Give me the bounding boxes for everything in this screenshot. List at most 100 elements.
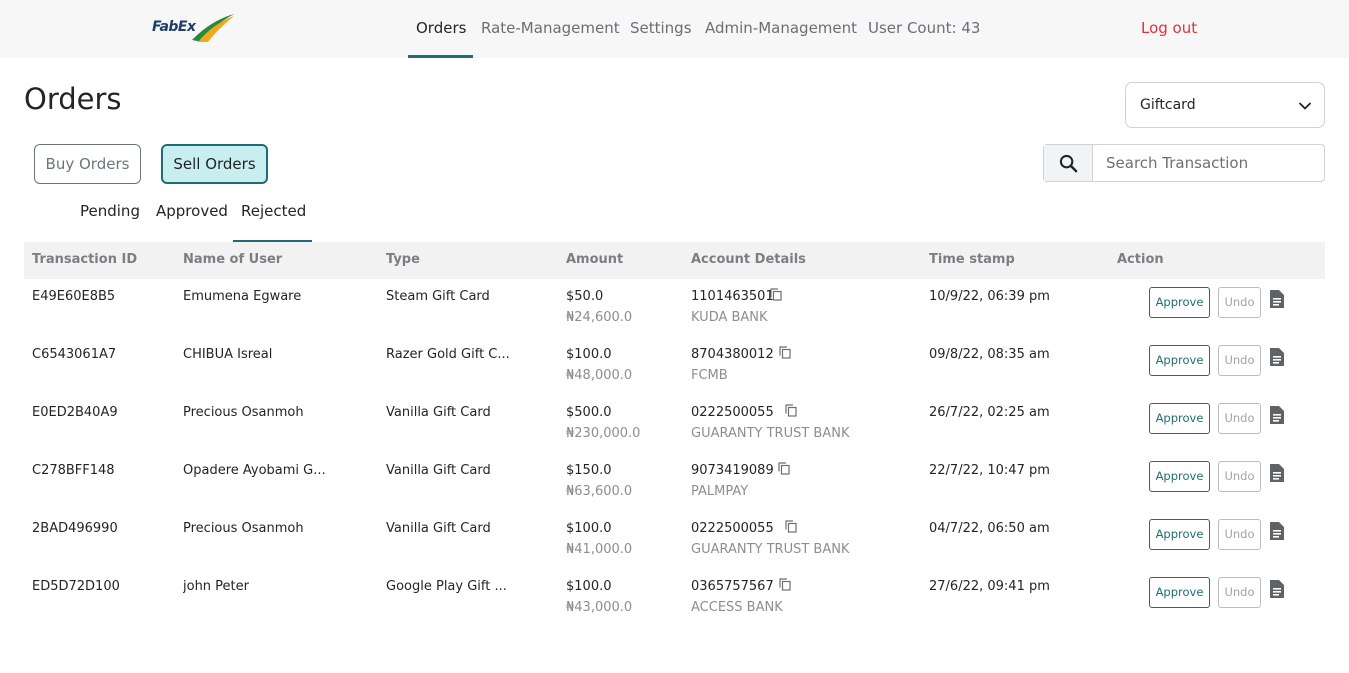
- page-title: Orders: [24, 82, 122, 116]
- table-row: C278BFF148 Opadere Ayobami G... Vanilla …: [24, 453, 1325, 511]
- cell-transaction-id: 2BAD496990: [32, 521, 118, 536]
- cell-bank-name: GUARANTY TRUST BANK: [691, 426, 850, 441]
- cell-amount-ngn: ₦230,000.0: [566, 426, 641, 441]
- cell-timestamp: 04/7/22, 06:50 am: [929, 521, 1050, 536]
- cell-amount-usd: $100.0: [566, 579, 612, 594]
- table-header: Transaction ID Name of User Type Amount …: [24, 242, 1325, 279]
- header-type: Type: [386, 252, 420, 267]
- cell-bank-name: PALMPAY: [691, 484, 749, 499]
- cell-user-name: Opadere Ayobami G...: [183, 463, 326, 478]
- nav-active-indicator: [408, 55, 473, 58]
- cell-amount-ngn: ₦43,000.0: [566, 600, 633, 615]
- approve-button[interactable]: Approve: [1149, 403, 1210, 434]
- undo-button[interactable]: Undo: [1218, 287, 1261, 318]
- undo-button[interactable]: Undo: [1218, 519, 1261, 550]
- cell-user-name: CHIBUA Isreal: [183, 347, 273, 362]
- table-row: C6543061A7 CHIBUA Isreal Razer Gold Gift…: [24, 337, 1325, 395]
- cell-transaction-id: C278BFF148: [32, 463, 115, 478]
- undo-button[interactable]: Undo: [1218, 345, 1261, 376]
- cell-amount-ngn: ₦41,000.0: [566, 542, 633, 557]
- table-row: E0ED2B40A9 Precious Osanmoh Vanilla Gift…: [24, 395, 1325, 453]
- approve-button[interactable]: Approve: [1149, 577, 1210, 608]
- approve-button[interactable]: Approve: [1149, 287, 1210, 318]
- cell-type: Vanilla Gift Card: [386, 405, 491, 420]
- chevron-down-icon: [1299, 102, 1311, 110]
- nav-admin-management[interactable]: Admin-Management: [705, 0, 857, 58]
- header-name-of-user: Name of User: [183, 252, 283, 267]
- fabex-logo[interactable]: FabEx: [152, 12, 236, 44]
- document-icon[interactable]: [1268, 405, 1286, 425]
- cell-account-number: 0222500055: [691, 521, 774, 536]
- cell-amount-usd: $100.0: [566, 347, 612, 362]
- cell-transaction-id: ED5D72D100: [32, 579, 120, 594]
- cell-amount-usd: $50.0: [566, 289, 604, 304]
- cell-amount-usd: $500.0: [566, 405, 612, 420]
- undo-button[interactable]: Undo: [1218, 403, 1261, 434]
- cell-amount-usd: $150.0: [566, 463, 612, 478]
- undo-button[interactable]: Undo: [1218, 461, 1261, 492]
- table-row: E49E60E8B5 Emumena Egware Steam Gift Car…: [24, 279, 1325, 337]
- cell-account-number: 8704380012: [691, 347, 774, 362]
- copy-icon[interactable]: [778, 462, 790, 475]
- category-select[interactable]: Giftcard: [1125, 82, 1325, 128]
- cell-bank-name: KUDA BANK: [691, 310, 768, 325]
- logo-swoosh-icon: [192, 14, 234, 42]
- approve-button[interactable]: Approve: [1149, 345, 1210, 376]
- cell-user-name: Emumena Egware: [183, 289, 302, 304]
- nav-settings[interactable]: Settings: [630, 0, 692, 58]
- buy-orders-button[interactable]: Buy Orders: [34, 144, 141, 184]
- nav-user-count: User Count: 43: [868, 19, 981, 37]
- table-row: ED5D72D100 john Peter Google Play Gift .…: [24, 569, 1325, 627]
- cell-bank-name: GUARANTY TRUST BANK: [691, 542, 850, 557]
- cell-account-number: 1101463501: [691, 289, 774, 304]
- sell-orders-button[interactable]: Sell Orders: [161, 144, 268, 184]
- document-icon[interactable]: [1268, 347, 1286, 367]
- cell-type: Vanilla Gift Card: [386, 463, 491, 478]
- cell-timestamp: 10/9/22, 06:39 pm: [929, 289, 1050, 304]
- cell-user-name: Precious Osanmoh: [183, 521, 304, 536]
- cell-transaction-id: E0ED2B40A9: [32, 405, 118, 420]
- cell-bank-name: ACCESS BANK: [691, 600, 783, 615]
- cell-amount-ngn: ₦63,600.0: [566, 484, 633, 499]
- subtab-rejected[interactable]: Rejected: [241, 202, 306, 220]
- header-time-stamp: Time stamp: [929, 252, 1015, 267]
- cell-type: Razer Gold Gift C...: [386, 347, 510, 362]
- copy-icon[interactable]: [779, 346, 791, 359]
- undo-button[interactable]: Undo: [1218, 577, 1261, 608]
- logout-link[interactable]: Log out: [1141, 0, 1197, 56]
- search-button[interactable]: [1044, 145, 1093, 181]
- cell-timestamp: 22/7/22, 10:47 pm: [929, 463, 1050, 478]
- search-input[interactable]: [1094, 145, 1324, 181]
- approve-button[interactable]: Approve: [1149, 461, 1210, 492]
- subtab-pending[interactable]: Pending: [80, 202, 140, 220]
- copy-icon[interactable]: [785, 520, 797, 533]
- approve-button[interactable]: Approve: [1149, 519, 1210, 550]
- copy-icon[interactable]: [785, 404, 797, 417]
- header-amount: Amount: [566, 252, 624, 267]
- cell-account-number: 0222500055: [691, 405, 774, 420]
- copy-icon[interactable]: [770, 288, 782, 301]
- nav-rate-management[interactable]: Rate-Management: [481, 0, 620, 58]
- document-icon[interactable]: [1268, 521, 1286, 541]
- top-navbar: FabEx Orders Rate-Management Settings Ad…: [0, 0, 1349, 58]
- search-box: [1043, 144, 1325, 182]
- nav-orders[interactable]: Orders: [416, 0, 466, 58]
- subtab-approved[interactable]: Approved: [156, 202, 228, 220]
- copy-icon[interactable]: [779, 578, 791, 591]
- cell-type: Vanilla Gift Card: [386, 521, 491, 536]
- cell-account-number: 9073419089: [691, 463, 774, 478]
- header-account-details: Account Details: [691, 252, 806, 267]
- document-icon[interactable]: [1268, 579, 1286, 599]
- cell-amount-ngn: ₦24,600.0: [566, 310, 633, 325]
- cell-timestamp: 27/6/22, 09:41 pm: [929, 579, 1050, 594]
- document-icon[interactable]: [1268, 463, 1286, 483]
- cell-type: Steam Gift Card: [386, 289, 490, 304]
- cell-user-name: john Peter: [183, 579, 249, 594]
- cell-amount-usd: $100.0: [566, 521, 612, 536]
- cell-transaction-id: E49E60E8B5: [32, 289, 116, 304]
- search-icon: [1059, 154, 1078, 173]
- document-icon[interactable]: [1268, 289, 1286, 309]
- category-select-value: Giftcard: [1140, 97, 1196, 113]
- table-row: 2BAD496990 Precious Osanmoh Vanilla Gift…: [24, 511, 1325, 569]
- cell-amount-ngn: ₦48,000.0: [566, 368, 633, 383]
